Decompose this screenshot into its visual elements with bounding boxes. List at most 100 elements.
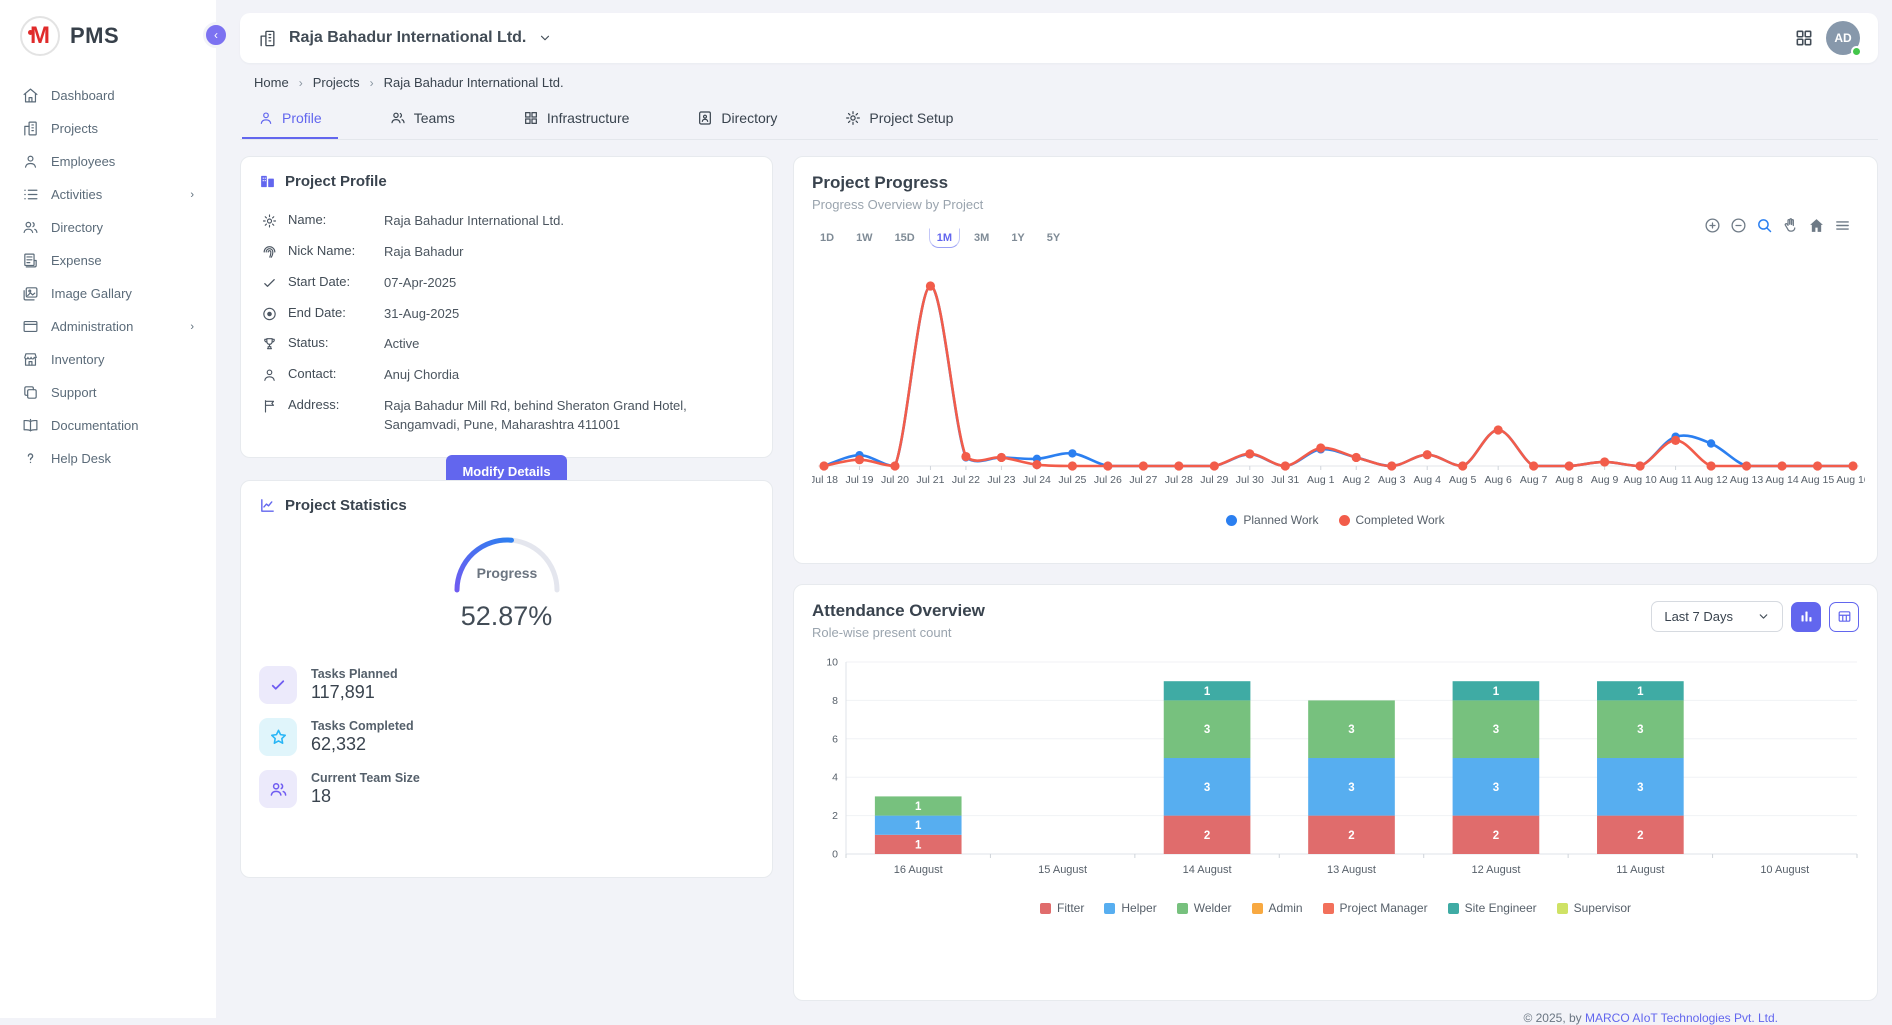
sidebar-item-label: Projects	[51, 121, 194, 136]
svg-text:14 August: 14 August	[1183, 864, 1232, 876]
sidebar-collapse-button[interactable]: ‹	[203, 22, 229, 48]
sidebar-item-administration[interactable]: Administration ›	[12, 311, 204, 342]
breadcrumb-home[interactable]: Home	[254, 75, 289, 90]
apps-grid-icon[interactable]	[1794, 28, 1814, 48]
sidebar-item-help-desk[interactable]: Help Desk	[12, 443, 204, 474]
project-progress-card: Project Progress Progress Overview by Pr…	[793, 156, 1878, 564]
list-icon	[22, 186, 39, 203]
sidebar-item-projects[interactable]: Projects	[12, 113, 204, 144]
user-menu[interactable]: AD	[1826, 21, 1860, 55]
menu-icon[interactable]	[1834, 217, 1851, 234]
users-icon	[22, 219, 39, 236]
user-icon	[22, 153, 39, 170]
tab-bar: Profile Teams Infrastructure Directory P…	[240, 100, 1878, 140]
field-nickname: Nick Name: Raja Bahadur	[259, 237, 754, 268]
tab-project-setup[interactable]: Project Setup	[829, 100, 969, 139]
svg-text:Aug 2: Aug 2	[1343, 474, 1371, 486]
legend-marker	[1040, 903, 1051, 914]
sidebar-item-image-gallery[interactable]: Image Gallary	[12, 278, 204, 309]
chart-toolbar	[1704, 217, 1851, 234]
svg-text:13 August: 13 August	[1327, 864, 1376, 876]
legend-item[interactable]: Fitter	[1040, 901, 1084, 915]
legend-item[interactable]: Helper	[1104, 901, 1156, 915]
range-1y[interactable]: 1Y	[1003, 228, 1032, 248]
sidebar-item-dashboard[interactable]: Dashboard	[12, 80, 204, 111]
line-chart-legend: Planned Work Completed Work	[812, 513, 1859, 527]
range-5y[interactable]: 5Y	[1039, 228, 1068, 248]
copyright-text: © 2025, by	[1523, 1011, 1581, 1025]
person-icon	[258, 110, 274, 126]
company-selector[interactable]: Raja Bahadur International Ltd.	[289, 29, 526, 47]
legend-item[interactable]: Admin	[1252, 901, 1303, 915]
sidebar-item-label: Documentation	[51, 418, 194, 433]
field-name: Name: Raja Bahadur International Ltd.	[259, 206, 754, 237]
legend-item[interactable]: Site Engineer	[1448, 901, 1537, 915]
bar-chart-legend: Fitter Helper Welder Admin Project Manager Si…	[812, 901, 1859, 915]
bar-chart-view-button[interactable]	[1791, 602, 1821, 632]
zoom-out-icon[interactable]	[1730, 217, 1747, 234]
sidebar-item-label: Support	[51, 385, 194, 400]
range-15d[interactable]: 15D	[887, 228, 923, 248]
online-status-dot	[1851, 46, 1862, 57]
reset-home-icon[interactable]	[1808, 217, 1825, 234]
svg-text:1: 1	[915, 839, 922, 851]
tab-profile[interactable]: Profile	[242, 100, 338, 139]
legend-marker	[1226, 515, 1237, 526]
field-address: Address: Raja Bahadur Mill Rd, behind Sh…	[259, 391, 754, 441]
legend-item[interactable]: Supervisor	[1557, 901, 1631, 915]
legend-item[interactable]: Project Manager	[1323, 901, 1428, 915]
selection-zoom-icon[interactable]	[1756, 217, 1773, 234]
main-content: Raja Bahadur International Ltd. AD Home …	[216, 0, 1892, 1018]
sidebar-item-activities[interactable]: Activities ›	[12, 179, 204, 210]
svg-text:Aug 8: Aug 8	[1555, 474, 1583, 486]
svg-text:Aug 11: Aug 11	[1659, 474, 1692, 486]
project-progress-line-chart[interactable]: Jul 18Jul 19Jul 20Jul 21Jul 22Jul 23Jul …	[812, 254, 1865, 504]
chevron-down-icon[interactable]	[538, 31, 552, 45]
tab-infrastructure[interactable]: Infrastructure	[507, 100, 645, 139]
trophy-icon	[261, 336, 278, 352]
svg-text:Jul 30: Jul 30	[1236, 474, 1264, 486]
sidebar-item-label: Directory	[51, 220, 194, 235]
legend-item[interactable]: Completed Work	[1339, 513, 1445, 527]
sidebar-item-directory[interactable]: Directory	[12, 212, 204, 243]
card-title: Project Profile	[285, 173, 387, 190]
date-range-dropdown[interactable]: Last 7 Days	[1651, 601, 1783, 632]
svg-text:1: 1	[1493, 686, 1500, 698]
range-3m[interactable]: 3M	[966, 228, 997, 248]
range-1m[interactable]: 1M	[929, 228, 960, 248]
breadcrumb-current: Raja Bahadur International Ltd.	[384, 75, 564, 90]
zoom-in-icon[interactable]	[1704, 217, 1721, 234]
home-icon	[22, 87, 39, 104]
chevron-right-icon: ›	[190, 321, 194, 333]
range-1w[interactable]: 1W	[848, 228, 881, 248]
field-end-date: End Date: 31-Aug-2025	[259, 299, 754, 330]
sidebar-item-support[interactable]: Support	[12, 377, 204, 408]
svg-text:Aug 14: Aug 14	[1765, 474, 1798, 486]
svg-text:8: 8	[832, 695, 838, 707]
breadcrumb-separator: ›	[299, 76, 303, 90]
sidebar-item-expense[interactable]: Expense	[12, 245, 204, 276]
svg-text:3: 3	[1204, 724, 1210, 736]
pan-icon[interactable]	[1782, 217, 1799, 234]
stat-tasks-completed: Tasks Completed 62,332	[259, 718, 754, 756]
svg-text:Jul 20: Jul 20	[881, 474, 909, 486]
breadcrumb-projects[interactable]: Projects	[313, 75, 360, 90]
legend-item[interactable]: Planned Work	[1226, 513, 1318, 527]
legend-marker	[1448, 903, 1459, 914]
sidebar-item-documentation[interactable]: Documentation	[12, 410, 204, 441]
attendance-bar-chart[interactable]: 024681016 August15 August14 August13 Aug…	[812, 654, 1865, 892]
table-view-button[interactable]	[1829, 602, 1859, 632]
range-1d[interactable]: 1D	[812, 228, 842, 248]
legend-item[interactable]: Welder	[1177, 901, 1232, 915]
dropdown-value: Last 7 Days	[1664, 609, 1733, 624]
tab-directory[interactable]: Directory	[681, 100, 793, 139]
chevron-right-icon: ›	[190, 189, 194, 201]
store-icon	[22, 351, 39, 368]
tab-teams[interactable]: Teams	[374, 100, 471, 139]
sidebar-item-employees[interactable]: Employees	[12, 146, 204, 177]
footer-company-link[interactable]: MARCO AIoT Technologies Pvt. Ltd.	[1585, 1011, 1778, 1025]
sidebar-item-inventory[interactable]: Inventory	[12, 344, 204, 375]
building-icon	[22, 120, 39, 137]
svg-text:2: 2	[832, 810, 838, 822]
check-icon	[269, 676, 287, 694]
